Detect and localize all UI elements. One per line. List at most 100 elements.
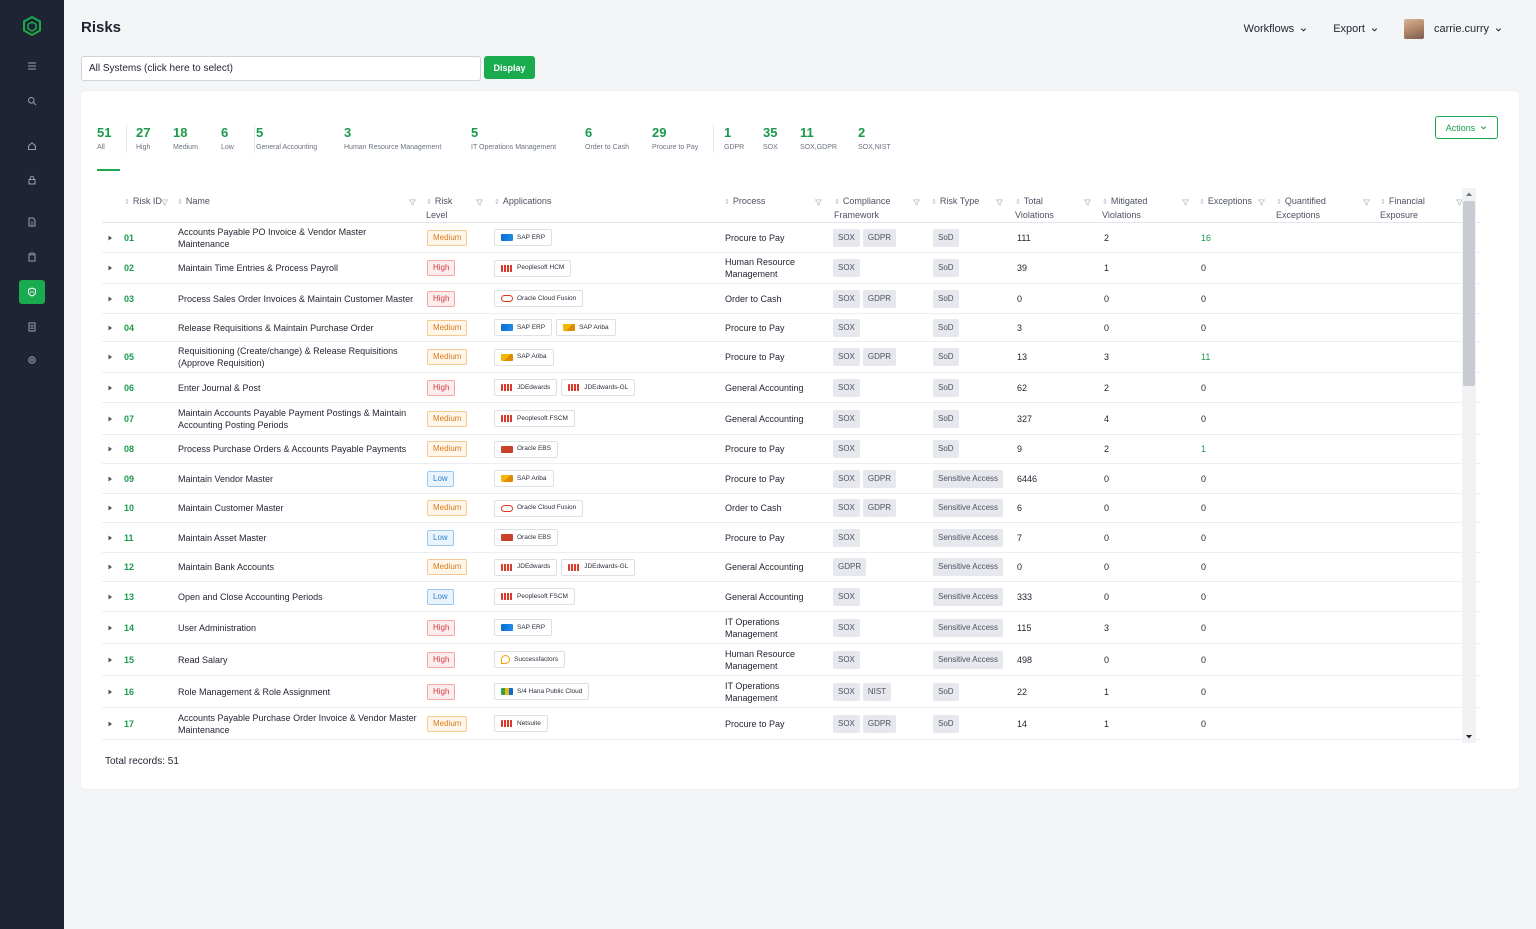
table-row[interactable]: 01 Accounts Payable PO Invoice & Vendor M… [102,223,1480,253]
caret-right-icon[interactable] [107,625,113,631]
exceptions[interactable]: 1 [1201,435,1206,463]
col-financial-exposure[interactable]: ⇕ Financial Exposure [1380,195,1440,221]
stat-filter[interactable]: 5 IT Operations Management [471,125,556,151]
risk-id[interactable]: 02 [124,253,134,283]
risk-id[interactable]: 05 [124,342,134,372]
table-scrollbar[interactable] [1462,188,1476,743]
col-total-violations[interactable]: ⇕ Total Violations [1015,195,1075,221]
application-chip[interactable]: Peoplesoft HCM [494,259,572,277]
table-row[interactable]: 13 Open and Close Accounting Periods Low Pe… [102,582,1480,612]
list-icon[interactable] [19,315,45,339]
table-row[interactable]: 04 Release Requisitions & Maintain Purcha… [102,314,1480,342]
risk-id[interactable]: 11 [124,523,134,552]
table-row[interactable]: 07 Maintain Accounts Payable Payment Post… [102,403,1480,435]
caret-right-icon[interactable] [107,235,113,241]
caret-right-icon[interactable] [107,535,113,541]
filter-icon[interactable] [161,199,168,206]
table-row[interactable]: 08 Process Purchase Orders & Accounts Pay… [102,435,1480,464]
export-menu[interactable]: Export [1333,23,1378,35]
application-chip[interactable]: JDEdwards [494,379,558,396]
application-chip[interactable]: SAP ERP [494,619,553,636]
application-chip[interactable]: Oracle EBS [494,529,558,546]
caret-right-icon[interactable] [107,594,113,600]
col-risk-level[interactable]: ⇕ Risk Level [426,195,462,221]
application-chip[interactable]: Oracle Cloud Fusion [494,499,584,517]
risk-id[interactable]: 17 [124,708,134,739]
system-select-input[interactable]: All Systems (click here to select) [81,56,481,81]
filter-icon[interactable] [1363,199,1370,206]
application-chip[interactable]: SAP Ariba [494,348,554,366]
exceptions[interactable]: 11 [1201,342,1210,372]
table-row[interactable]: 14 User Administration High SAP ERP IT Opera… [102,612,1480,644]
col-process[interactable]: ⇕ Process [724,195,765,209]
caret-right-icon[interactable] [107,689,113,695]
caret-right-icon[interactable] [107,721,113,727]
stat-filter[interactable]: 6 Low [221,125,234,151]
document-icon[interactable] [19,210,45,234]
application-chip[interactable]: JDEdwards [494,558,558,576]
col-applications[interactable]: ⇕ Applications [494,195,551,209]
filter-icon[interactable] [1258,199,1265,206]
risk-id[interactable]: 08 [124,435,134,463]
risk-id[interactable]: 12 [124,553,134,581]
shield-icon[interactable] [19,280,45,304]
stat-filter[interactable]: 27 High [136,125,150,151]
stat-filter[interactable]: 18 Medium [173,125,198,151]
stat-filter[interactable]: 35 SOX [763,125,778,151]
col-risk-type[interactable]: ⇕ Risk Type [931,195,979,209]
stat-filter[interactable]: 29 Procure to Pay [652,125,698,151]
clipboard-icon[interactable] [19,245,45,269]
application-chip[interactable]: SAP Ariba [556,319,616,336]
application-chip[interactable]: Oracle EBS [494,440,558,458]
caret-right-icon[interactable] [107,354,113,360]
table-row[interactable]: 05 Requisitioning (Create/change) & Relea… [102,342,1480,373]
caret-right-icon[interactable] [107,265,113,271]
application-chip[interactable]: Successfactors [494,651,566,668]
col-mitigated-violations[interactable]: ⇕ Mitigated Violations [1102,195,1172,221]
risk-id[interactable]: 14 [124,612,134,643]
filter-icon[interactable] [815,199,822,206]
application-chip[interactable]: JDEdwards-GL [561,558,636,576]
stat-filter[interactable]: 3 Human Resource Management [344,125,441,151]
col-quantified-exceptions[interactable]: ⇕ Quantified Exceptions [1276,195,1346,221]
caret-right-icon[interactable] [107,296,113,302]
application-chip[interactable]: Netsuite [494,715,548,732]
user-menu[interactable]: carrie.curry [1403,19,1502,39]
application-chip[interactable]: Peoplesoft FSCM [494,588,575,605]
filter-icon[interactable] [1182,199,1189,206]
risk-id[interactable]: 10 [124,494,134,522]
scroll-thumb[interactable] [1463,201,1475,386]
caret-right-icon[interactable] [107,505,113,511]
display-button[interactable]: Display [484,56,535,79]
table-row[interactable]: 03 Process Sales Order Invoices & Maintai… [102,284,1480,314]
application-chip[interactable]: S/4 Hana Public Cloud [494,683,590,700]
filter-icon[interactable] [913,199,920,206]
table-row[interactable]: 16 Role Management & Role Assignment High S… [102,676,1480,708]
application-chip[interactable]: SAP ERP [494,229,553,246]
caret-right-icon[interactable] [107,476,113,482]
risk-id[interactable]: 16 [124,676,134,707]
risk-id[interactable]: 09 [124,464,134,493]
application-chip[interactable]: Oracle Cloud Fusion [494,290,584,307]
caret-right-icon[interactable] [107,416,113,422]
application-chip[interactable]: Peoplesoft FSCM [494,410,575,427]
col-compliance[interactable]: ⇕ Compliance Framework [834,195,904,221]
filter-icon[interactable] [996,199,1003,206]
stat-filter[interactable]: 2 SOX,NIST [858,125,891,151]
caret-right-icon[interactable] [107,325,113,331]
table-row[interactable]: 12 Maintain Bank Accounts Medium JDEdwards J… [102,553,1480,582]
filter-icon[interactable] [409,199,416,206]
filter-icon[interactable] [1084,199,1091,206]
scroll-up-icon[interactable] [1465,191,1473,197]
stat-filter[interactable]: 5 General Accounting [256,125,317,151]
stat-filter[interactable]: 51 All [97,125,111,151]
actions-button[interactable]: Actions [1435,116,1498,139]
scroll-down-icon[interactable] [1465,734,1473,740]
risk-id[interactable]: 06 [124,373,134,402]
workflows-menu[interactable]: Workflows [1244,23,1308,35]
table-row[interactable]: 09 Maintain Vendor Master Low SAP Ariba Proc… [102,464,1480,494]
home-icon[interactable] [19,134,45,158]
stat-filter[interactable]: 6 Order to Cash [585,125,629,151]
table-row[interactable]: 15 Read Salary High Successfactors Human Res… [102,644,1480,676]
lock-icon[interactable] [19,168,45,192]
